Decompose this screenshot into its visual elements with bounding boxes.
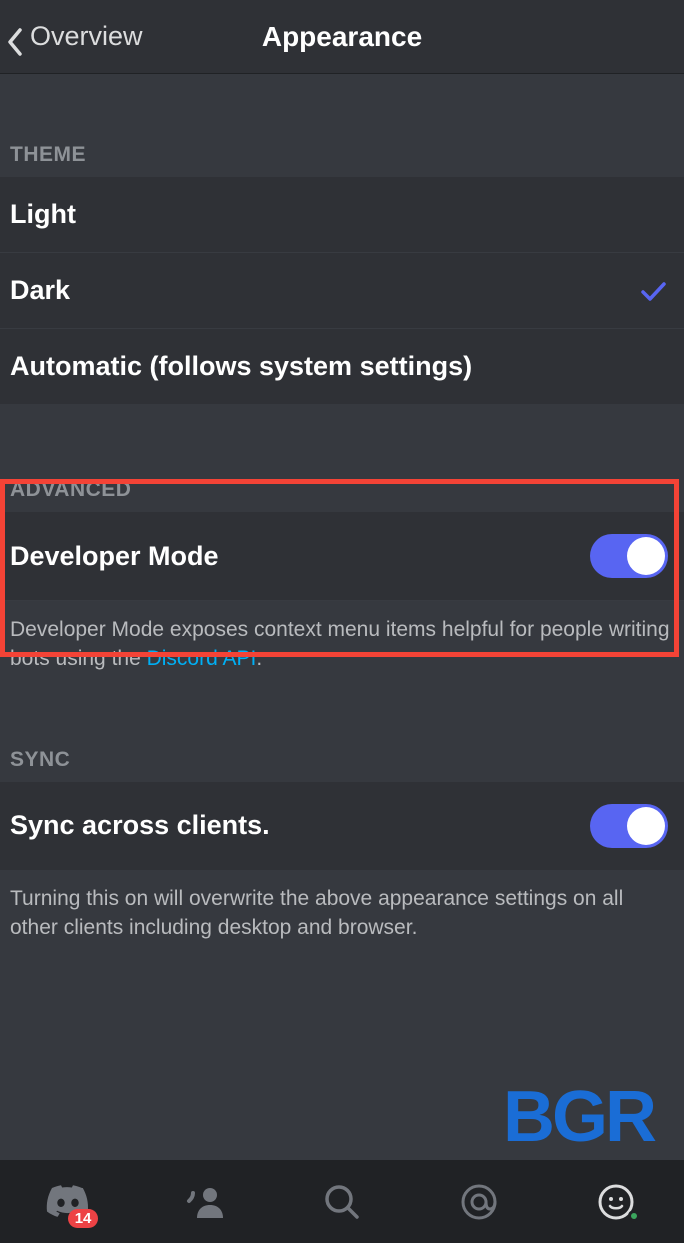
sync-label: Sync across clients. bbox=[10, 810, 270, 841]
theme-option-dark[interactable]: Dark bbox=[0, 253, 684, 329]
back-button[interactable]: Overview bbox=[0, 21, 143, 52]
sync-description: Turning this on will overwrite the above… bbox=[0, 870, 684, 943]
status-online-dot bbox=[628, 1210, 640, 1222]
desc-suffix: . bbox=[256, 647, 262, 670]
tab-bar: 14 bbox=[0, 1160, 684, 1243]
developer-mode-row[interactable]: Developer Mode bbox=[0, 512, 684, 601]
content-scroll: THEME Light Dark Automatic (follows syst… bbox=[0, 74, 684, 1160]
spacer bbox=[0, 74, 684, 129]
chevron-left-icon bbox=[6, 28, 24, 46]
gap bbox=[0, 404, 684, 464]
tab-mentions[interactable] bbox=[449, 1172, 509, 1232]
search-icon bbox=[323, 1183, 361, 1221]
tab-profile[interactable] bbox=[586, 1172, 646, 1232]
watermark: BGR bbox=[503, 1076, 654, 1158]
theme-option-label: Automatic (follows system settings) bbox=[10, 351, 472, 382]
back-label: Overview bbox=[30, 21, 143, 52]
mention-icon bbox=[459, 1182, 499, 1222]
theme-option-label: Dark bbox=[10, 275, 70, 306]
tab-friends[interactable] bbox=[175, 1172, 235, 1232]
sync-toggle[interactable] bbox=[590, 804, 668, 848]
theme-option-automatic[interactable]: Automatic (follows system settings) bbox=[0, 329, 684, 404]
page-title: Appearance bbox=[262, 21, 422, 53]
developer-mode-toggle[interactable] bbox=[590, 534, 668, 578]
theme-option-light[interactable]: Light bbox=[0, 177, 684, 253]
sync-row[interactable]: Sync across clients. bbox=[0, 782, 684, 870]
tab-search[interactable] bbox=[312, 1172, 372, 1232]
header: Overview Appearance bbox=[0, 0, 684, 74]
gap bbox=[0, 674, 684, 734]
developer-mode-label: Developer Mode bbox=[10, 541, 219, 572]
discord-api-link[interactable]: Discord API bbox=[147, 647, 257, 670]
friends-icon bbox=[185, 1185, 225, 1219]
desc-text: Developer Mode exposes context menu item… bbox=[10, 618, 670, 670]
section-header-advanced: ADVANCED bbox=[0, 464, 684, 512]
section-header-theme: THEME bbox=[0, 129, 684, 177]
developer-mode-description: Developer Mode exposes context menu item… bbox=[0, 601, 684, 674]
section-header-sync: SYNC bbox=[0, 734, 684, 782]
toggle-knob bbox=[627, 537, 665, 575]
toggle-knob bbox=[627, 807, 665, 845]
check-icon bbox=[638, 276, 668, 306]
tab-home[interactable]: 14 bbox=[38, 1172, 98, 1232]
notification-badge: 14 bbox=[68, 1209, 99, 1228]
theme-option-label: Light bbox=[10, 199, 76, 230]
